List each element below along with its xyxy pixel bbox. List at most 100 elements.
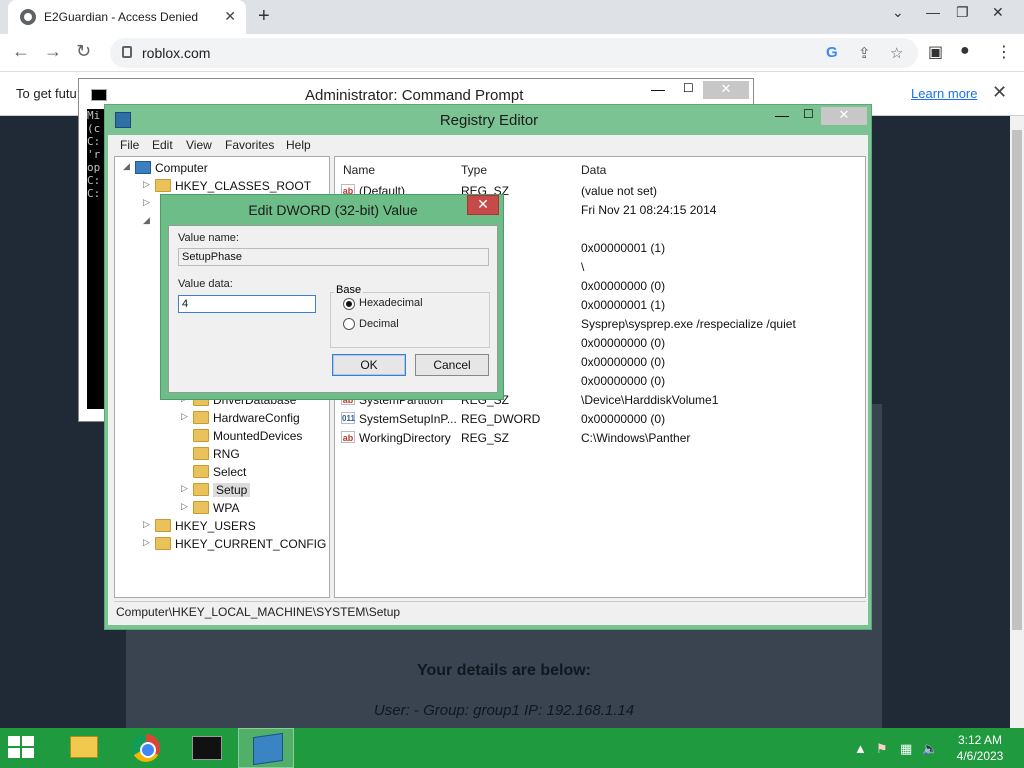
url-text[interactable]: roblox.com [142, 45, 210, 61]
chevron-up-icon[interactable]: ▲ [854, 741, 867, 756]
tree-label: MountedDevices [213, 429, 303, 443]
decimal-label[interactable]: Decimal [359, 318, 399, 330]
expand-icon[interactable]: ▷ [181, 411, 188, 422]
menu-favorites[interactable]: Favorites [225, 138, 274, 152]
column-header-data[interactable]: Data [581, 163, 606, 177]
tree-label: WPA [213, 501, 240, 515]
row-name: SystemSetupInP... [359, 412, 457, 426]
new-tab-button[interactable]: + [258, 5, 270, 28]
menu-bar: File Edit View Favorites Help [108, 135, 868, 155]
menu-view[interactable]: View [186, 138, 212, 152]
folder-icon [155, 537, 171, 550]
decimal-radio[interactable] [343, 318, 355, 330]
google-icon[interactable]: G [826, 44, 838, 61]
taskbar-command-prompt[interactable] [178, 728, 234, 768]
maximize-icon[interactable]: ☐ [683, 81, 694, 95]
expand-icon[interactable]: ▷ [143, 197, 150, 208]
edit-dword-dialog[interactable]: Edit DWORD (32-bit) Value ✕ Value name: … [160, 194, 504, 400]
expand-icon[interactable]: ▷ [143, 179, 150, 190]
row-data: 0x00000000 (0) [581, 279, 666, 293]
network-icon[interactable]: ▦ [900, 741, 912, 757]
menu-edit[interactable]: Edit [152, 138, 173, 152]
info-bar-close-icon[interactable]: ✕ [992, 82, 1007, 103]
share-icon[interactable]: ⇪ [858, 44, 871, 62]
browser-toolbar: ← → ↻ roblox.com G ⇪ ☆ ▣ ● ⋮ [0, 34, 1024, 72]
scrollbar-thumb[interactable] [1012, 130, 1022, 630]
clock-time[interactable]: 3:12 AM [940, 733, 1020, 747]
expand-icon[interactable]: ▷ [181, 501, 188, 512]
expand-icon[interactable]: ▷ [181, 483, 188, 494]
value-data-label: Value data: [178, 278, 233, 290]
address-bar[interactable]: roblox.com G ⇪ ☆ [110, 38, 918, 68]
regedit-title: Registry Editor [439, 112, 539, 129]
tree-label: HKEY_CLASSES_ROOT [175, 179, 312, 193]
windows-start-icon[interactable] [8, 736, 36, 760]
column-header-name[interactable]: Name [343, 163, 375, 177]
expand-icon[interactable]: ▷ [143, 519, 150, 530]
taskbar-chrome[interactable] [116, 728, 172, 768]
browser-tab[interactable]: E2Guardian - Access Denied ✕ [8, 0, 246, 34]
volume-icon[interactable]: 🔈 [922, 741, 938, 757]
close-icon[interactable]: ✕ [992, 4, 1004, 21]
hexadecimal-radio[interactable] [343, 298, 355, 310]
close-button[interactable]: ✕ [703, 81, 749, 99]
row-type: REG_SZ [461, 431, 510, 445]
folder-icon [155, 519, 171, 532]
tab-strip: E2Guardian - Access Denied ✕ + ⌄ — ❐ ✕ [0, 0, 1024, 34]
tree-label: RNG [213, 447, 240, 461]
collapse-icon[interactable]: ◢ [123, 161, 130, 172]
binary-value-icon: 011 [341, 412, 355, 424]
taskbar-file-explorer[interactable] [54, 728, 110, 768]
minimize-icon[interactable]: — [926, 4, 940, 20]
back-arrow-icon[interactable]: ← [12, 41, 30, 62]
collapse-icon[interactable]: ◢ [143, 215, 150, 226]
minimize-icon[interactable]: — [651, 81, 665, 97]
flag-icon[interactable]: ⚑ [876, 741, 888, 757]
string-value-icon: ab [341, 431, 355, 443]
dialog-close-button[interactable]: ✕ [467, 195, 499, 215]
minimize-icon[interactable]: — [775, 107, 789, 123]
table-row[interactable]: ab WorkingDirectory REG_SZ C:\Windows\Pa… [335, 429, 865, 448]
folder-icon [70, 736, 98, 758]
dialog-body: Value name: SetupPhase Value data: 4 Bas… [168, 225, 498, 393]
chrome-icon [132, 734, 160, 762]
table-row[interactable]: 011 SystemSetupInP... REG_DWORD 0x000000… [335, 410, 865, 429]
menu-help[interactable]: Help [286, 138, 311, 152]
folder-icon [193, 429, 209, 442]
row-data: Sysprep\sysprep.exe /respecialize /quiet [581, 317, 796, 331]
row-data: 0x00000001 (1) [581, 298, 666, 312]
folder-icon [193, 447, 209, 460]
side-panel-icon[interactable]: ▣ [928, 42, 943, 62]
tree-label: HardwareConfig [213, 411, 300, 425]
reload-icon[interactable]: ↻ [76, 41, 91, 62]
cancel-button[interactable]: Cancel [415, 354, 489, 376]
profile-icon[interactable]: ● [960, 42, 970, 60]
learn-more-link[interactable]: Learn more [911, 86, 977, 101]
tab-title: E2Guardian - Access Denied [44, 10, 199, 24]
column-header-type[interactable]: Type [461, 163, 487, 177]
restore-icon[interactable]: ❐ [956, 4, 969, 21]
row-data: \Device\HarddiskVolume1 [581, 393, 719, 407]
forward-arrow-icon[interactable]: → [44, 41, 62, 62]
status-path: Computer\HKEY_LOCAL_MACHINE\SYSTEM\Setup [116, 605, 401, 619]
close-button[interactable]: ✕ [821, 107, 867, 125]
expand-icon[interactable]: ▷ [143, 537, 150, 548]
value-data-input[interactable]: 4 [178, 295, 316, 313]
value-name-field[interactable]: SetupPhase [178, 248, 489, 266]
ok-button[interactable]: OK [332, 354, 406, 376]
star-icon[interactable]: ☆ [890, 44, 903, 62]
tree-label: Select [213, 465, 247, 479]
menu-dots-icon[interactable]: ⋮ [996, 42, 1012, 62]
chevron-down-icon[interactable]: ⌄ [892, 4, 904, 21]
lock-icon[interactable] [122, 46, 132, 58]
tab-close-icon[interactable]: ✕ [224, 8, 236, 25]
row-data: \ [581, 260, 585, 274]
row-data: 0x00000000 (0) [581, 336, 666, 350]
taskbar-registry-editor[interactable] [238, 728, 294, 768]
menu-file[interactable]: File [120, 138, 139, 152]
hexadecimal-label[interactable]: Hexadecimal [359, 297, 423, 309]
cmd-icon [192, 736, 222, 760]
clock-date[interactable]: 4/6/2023 [940, 749, 1020, 763]
maximize-icon[interactable]: ☐ [803, 107, 814, 121]
globe-icon [20, 9, 36, 25]
